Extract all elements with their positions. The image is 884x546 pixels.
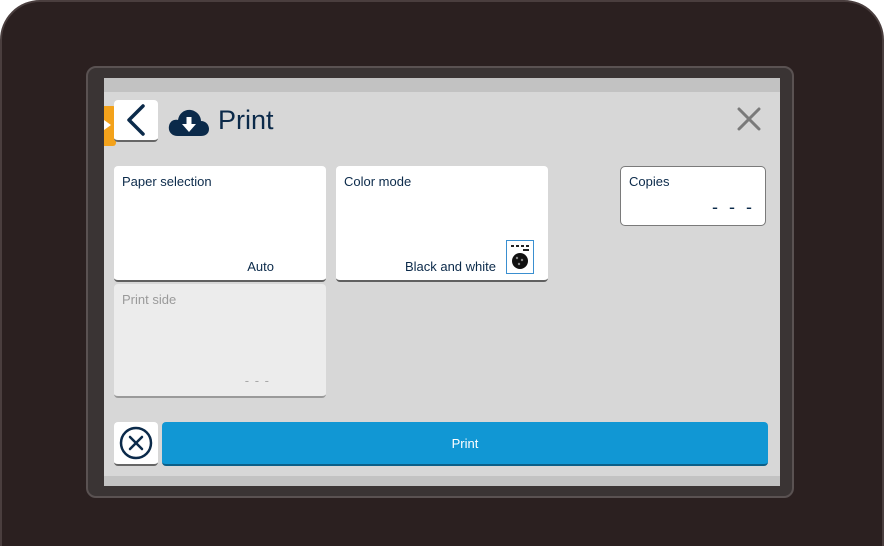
color-mode-label: Color mode bbox=[344, 174, 412, 189]
paper-selection-button[interactable]: Paper selection Auto bbox=[114, 166, 326, 282]
close-icon[interactable] bbox=[732, 102, 766, 136]
cloud-download-icon bbox=[168, 109, 209, 136]
print-side-label: Print side bbox=[122, 292, 177, 307]
touch-screen: Print Paper selection Auto Color mode Bl… bbox=[104, 78, 780, 486]
paper-selection-value: Auto bbox=[247, 259, 274, 274]
print-side-value: - - - bbox=[244, 373, 270, 388]
paper-selection-label: Paper selection bbox=[122, 174, 212, 189]
black-and-white-icon bbox=[506, 240, 534, 274]
screen-bottom-strip bbox=[104, 476, 780, 486]
copies-value: - - - bbox=[712, 197, 755, 217]
copies-field[interactable]: Copies - - - bbox=[620, 166, 766, 226]
page-title: Print bbox=[218, 105, 274, 135]
back-button[interactable] bbox=[114, 100, 158, 142]
chevron-left-icon bbox=[127, 104, 145, 136]
cancel-button[interactable] bbox=[114, 422, 158, 466]
cancel-circle-icon bbox=[119, 426, 153, 460]
print-side-button: Print side - - - bbox=[114, 284, 326, 398]
color-mode-value: Black and white bbox=[404, 259, 496, 274]
color-mode-button[interactable]: Color mode Black and white bbox=[336, 166, 548, 282]
copies-label: Copies bbox=[629, 174, 670, 189]
print-button[interactable]: Print bbox=[162, 422, 768, 466]
